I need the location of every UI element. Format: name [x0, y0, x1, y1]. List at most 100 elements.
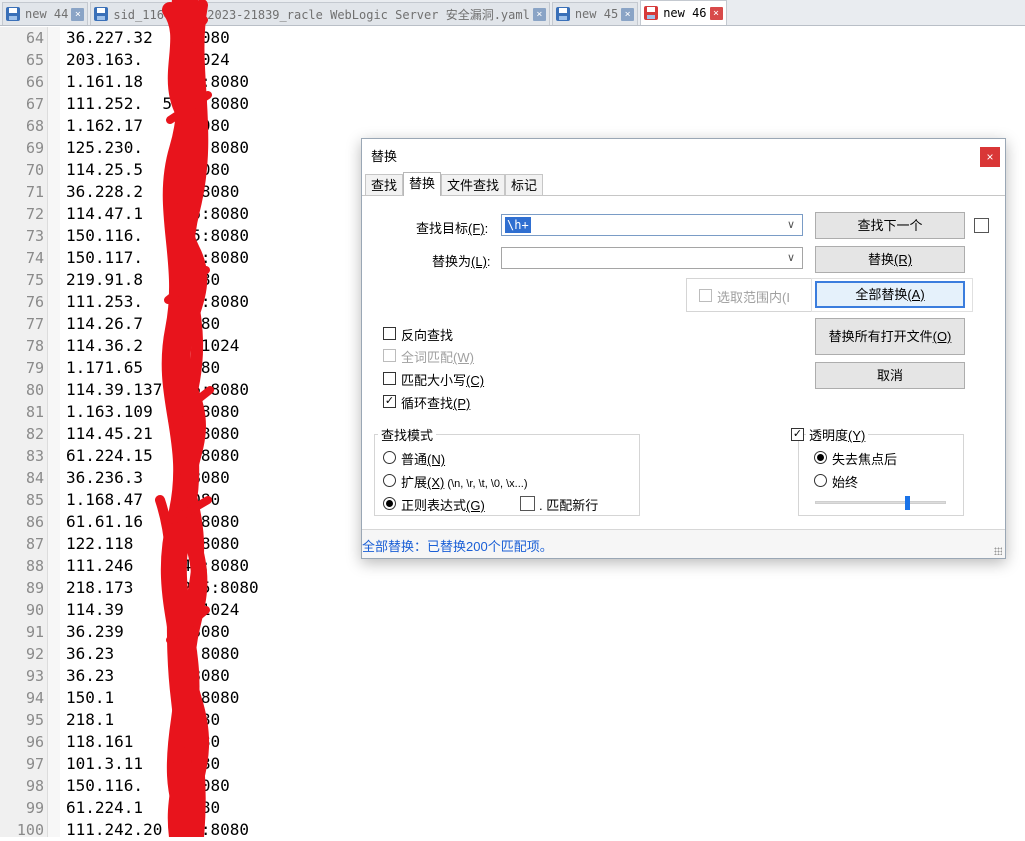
close-icon[interactable]: × — [980, 147, 1000, 167]
tab-mark[interactable]: 标记 — [505, 174, 544, 196]
search-mode-regex-radio[interactable] — [383, 497, 396, 510]
transparency-always-radio[interactable] — [814, 474, 827, 487]
tab-sid-1164-yaml[interactable]: sid_1164_CVE-2023-21839_racle WebLogic S… — [90, 2, 550, 25]
tab-label: new 44 — [25, 7, 69, 21]
close-icon[interactable]: × — [709, 6, 723, 20]
line-number: 79 — [25, 359, 44, 377]
close-icon[interactable]: × — [621, 7, 635, 21]
cancel-button[interactable]: 取消 — [815, 362, 965, 389]
search-mode-extended-radio[interactable] — [383, 474, 396, 487]
line-text: 36.23 4:8080 — [66, 644, 240, 663]
line-number: 74 — [25, 249, 44, 267]
close-icon[interactable]: × — [532, 7, 546, 21]
line-number: 65 — [25, 51, 44, 69]
search-mode-normal-label: 普通(N) — [401, 452, 446, 467]
line-number: 67 — [25, 95, 44, 113]
transparency-on-lose-focus-radio[interactable] — [814, 451, 827, 464]
line-number: 70 — [25, 161, 44, 179]
line-text: 218.173 215:8080 — [66, 578, 259, 597]
tab-label: new 45 — [574, 7, 619, 21]
match-case-checkbox[interactable] — [383, 372, 396, 385]
replace-button[interactable]: 替换(R) — [815, 246, 965, 273]
stay-on-top-checkbox[interactable] — [974, 218, 989, 233]
transparency-on-lose-focus-label: 失去焦点后 — [832, 452, 898, 467]
chevron-down-icon[interactable]: ∨ — [784, 218, 798, 232]
line-text: 114.39 5:1024 — [66, 600, 240, 619]
whole-word-checkbox[interactable] — [383, 349, 396, 362]
line-number: 76 — [25, 293, 44, 311]
line-text: 1.163.109 4:8080 — [66, 402, 240, 421]
replace-all-open-docs-button[interactable]: 替换所有打开文件(O) — [815, 318, 965, 355]
find-what-value: \h+ — [505, 217, 531, 233]
line-text: 61.224.1 8080 — [66, 798, 221, 817]
whole-word-label: 全词匹配(W) — [401, 350, 474, 365]
line-text: 111.252. 5 23:8080 — [66, 94, 250, 113]
line-text: 218.1 8080 — [66, 710, 221, 729]
line-text: 150.116. 155:8080 — [66, 226, 250, 245]
line-number: 73 — [25, 227, 44, 245]
transparency-title: 透明度(Y) — [806, 425, 869, 444]
replace-with-input[interactable]: ∨ — [501, 247, 803, 269]
line-text: 114.45.21 3:8080 — [66, 424, 240, 443]
find-next-button[interactable]: 查找下一个 — [815, 212, 965, 239]
dot-matches-newline-checkbox[interactable] — [520, 496, 535, 511]
line-number: 68 — [25, 117, 44, 135]
line-text: 114.47.1 26:8080 — [66, 204, 250, 223]
close-icon[interactable]: × — [71, 7, 85, 21]
line-text: 114.26.7 8080 — [66, 314, 221, 333]
line-text: 36.228.2 05:8080 — [66, 182, 240, 201]
line-text: 36.239 :8080 — [66, 622, 230, 641]
line-text: 1.171.65 8080 — [66, 358, 221, 377]
transparency-slider[interactable] — [815, 501, 946, 504]
line-text: 118.161 8080 — [66, 732, 221, 751]
line-number: 88 — [25, 557, 44, 575]
backward-direction-checkbox[interactable] — [383, 327, 396, 340]
line-number: 66 — [25, 73, 44, 91]
in-selection-checkbox[interactable] — [699, 289, 712, 302]
line-number: 84 — [25, 469, 44, 487]
wrap-around-checkbox[interactable]: ✓ — [383, 395, 396, 408]
line-text: 219.91.8 :8080 — [66, 270, 221, 289]
line-number: 99 — [25, 799, 44, 817]
line-text: 36.236.3 :8080 — [66, 468, 230, 487]
match-case-label: 匹配大小写(C) — [401, 373, 485, 388]
replace-tab-panel: 查找目标(F): \h+ ∨ 替换为(L): ∨ 选取范围内(I 查找下一个 替… — [362, 195, 1005, 529]
line-number: 72 — [25, 205, 44, 223]
transparency-slider-thumb[interactable] — [904, 496, 910, 510]
line-text: 36.227.32 2:8080 — [66, 28, 230, 47]
line-number: 93 — [25, 667, 44, 685]
line-text: 114.25.5 0:8080 — [66, 160, 230, 179]
find-what-input[interactable]: \h+ ∨ — [501, 214, 803, 236]
line-number: 81 — [25, 403, 44, 421]
tab-replace[interactable]: 替换 — [403, 172, 442, 196]
tab-new-46[interactable]: new 46 × — [640, 0, 727, 25]
tab-new-44[interactable]: new 44 × — [2, 2, 89, 25]
line-text: 111.253. 24:8080 — [66, 292, 250, 311]
replace-dialog: 替换 × 查找 替换 文件查找 标记 查找目标(F): \h+ ∨ 替换为(L)… — [361, 138, 1006, 559]
line-number: 100 — [16, 821, 44, 839]
saved-file-icon — [555, 7, 570, 21]
search-mode-extended-label: 扩展(X) (\n, \r, \t, \0, \x...) — [401, 475, 528, 490]
fold-margin — [48, 27, 60, 837]
in-selection-label: 选取范围内(I — [717, 290, 790, 305]
transparency-checkbox[interactable]: ✓ — [791, 428, 804, 441]
chevron-down-icon[interactable]: ∨ — [784, 251, 798, 265]
line-number: 92 — [25, 645, 44, 663]
tab-find[interactable]: 查找 — [365, 174, 404, 196]
resize-grip-icon[interactable] — [994, 547, 1002, 555]
search-mode-title: 查找模式 — [378, 425, 437, 444]
line-number: 85 — [25, 491, 44, 509]
line-number: 95 — [25, 711, 44, 729]
line-text: 122.118 9:8080 — [66, 534, 240, 553]
line-text: 203.163. 2:1024 — [66, 50, 230, 69]
line-number: 91 — [25, 623, 44, 641]
tab-find-in-files[interactable]: 文件查找 — [441, 174, 506, 196]
search-mode-normal-radio[interactable] — [383, 451, 396, 464]
tab-new-45[interactable]: new 45 × — [551, 2, 639, 25]
line-number: 94 — [25, 689, 44, 707]
line-number: 71 — [25, 183, 44, 201]
line-number: 75 — [25, 271, 44, 289]
line-text: 111.242.20 7:8080 — [66, 820, 250, 839]
replace-all-button[interactable]: 全部替换(A) — [815, 281, 965, 308]
line-number: 96 — [25, 733, 44, 751]
